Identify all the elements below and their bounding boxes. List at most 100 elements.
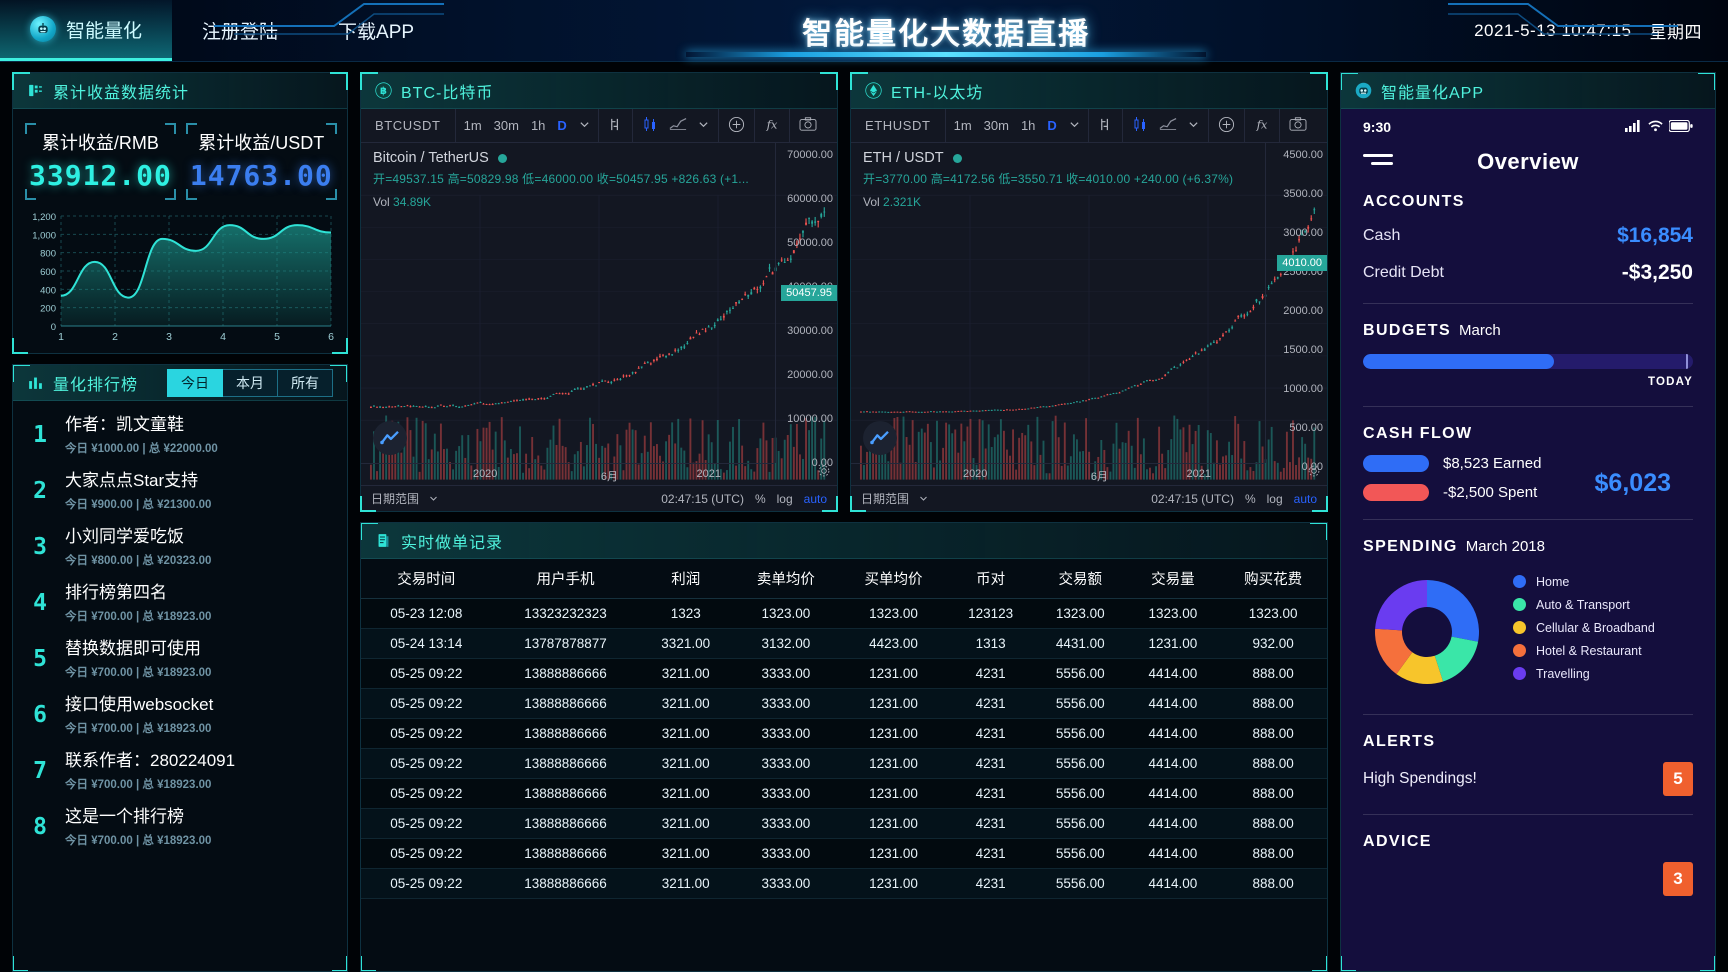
nav-tab-brand[interactable]: 智能量化 — [0, 0, 172, 61]
eth-tf-1m[interactable]: 1m — [954, 118, 972, 133]
btc-chart-body[interactable]: Bitcoin / TetherUS 开=49537.15 高=50829.98… — [361, 143, 837, 485]
rank-author-name: 大家点点Star支持 — [65, 470, 211, 493]
table-row[interactable]: 05-25 09:22138888866663211.003333.001231… — [361, 689, 1327, 719]
eth-tf-30m[interactable]: 30m — [984, 118, 1009, 133]
account-cash-value: $16,854 — [1617, 224, 1693, 248]
btc-scale-auto[interactable]: auto — [804, 492, 827, 506]
btc-scale-percent[interactable]: % — [755, 492, 766, 506]
btc-tf-1m[interactable]: 1m — [464, 118, 482, 133]
ranking-tab-all[interactable]: 所有 — [278, 369, 333, 397]
table-row[interactable]: 05-23 12:081332323232313231323.001323.00… — [361, 599, 1327, 629]
btc-scale-log[interactable]: log — [777, 492, 793, 506]
ranking-tab-month[interactable]: 本月 — [223, 369, 278, 397]
alerts-row[interactable]: High Spendings! 5 — [1363, 762, 1693, 796]
advice-row[interactable]: 3 — [1363, 862, 1693, 896]
spending-slice[interactable] — [1435, 637, 1478, 682]
rank-item[interactable]: 6接口使用websocket今日 ¥700.00 | 总 ¥18923.00 — [13, 687, 347, 743]
svg-text:fx: fx — [1255, 117, 1267, 131]
btc-add-icon[interactable] — [728, 116, 745, 136]
btc-ohlc: 开=49537.15 高=50829.98 低=46000.00 收=50457… — [373, 170, 749, 187]
eth-date-range[interactable]: 日期范围 — [861, 490, 909, 507]
spending-slice[interactable] — [1375, 580, 1427, 630]
btc-charttype-chevron-down-icon[interactable] — [698, 118, 709, 133]
eth-price-axis[interactable]: 4500.003500.003000.002500.002000.001500.… — [1265, 143, 1327, 463]
table-row[interactable]: 05-25 09:22138888866663211.003333.001231… — [361, 749, 1327, 779]
ranking-tab-today[interactable]: 今日 — [167, 369, 223, 397]
btc-camera-icon[interactable] — [799, 116, 817, 135]
eth-gear-icon[interactable] — [1307, 464, 1321, 483]
legend-item: Travelling — [1513, 667, 1655, 681]
table-row[interactable]: 05-24 13:14137878788773321.003132.004423… — [361, 629, 1327, 659]
btc-tf-d[interactable]: D — [557, 118, 566, 133]
rank-item[interactable]: 2大家点点Star支持今日 ¥900.00 | 总 ¥21300.00 — [13, 463, 347, 519]
btc-gear-icon[interactable] — [817, 464, 831, 483]
profit-panel-header: 累计收益数据统计 — [13, 73, 347, 109]
btc-tf-30m[interactable]: 30m — [494, 118, 519, 133]
table-row[interactable]: 05-25 09:22138888866663211.003333.001231… — [361, 659, 1327, 689]
rank-item[interactable]: 1作者：凯文童鞋今日 ¥1000.00 | 总 ¥22000.00 — [13, 407, 347, 463]
btc-date-range[interactable]: 日期范围 — [371, 490, 419, 507]
battery-icon — [1669, 119, 1693, 135]
btc-candles-icon[interactable] — [642, 116, 658, 135]
price-tick: 1500.00 — [1283, 344, 1323, 356]
btc-compare-icon[interactable] — [608, 117, 623, 135]
account-row-cash[interactable]: Cash $16,854 — [1363, 224, 1693, 248]
btc-time-axis[interactable]: 20206月2021 — [361, 463, 775, 485]
account-row-credit-debt[interactable]: Credit Debt -$3,250 — [1363, 261, 1693, 285]
btc-price-axis[interactable]: 70000.0060000.0050000.0040000.0030000.00… — [775, 143, 837, 463]
rank-item[interactable]: 4排行榜第四名今日 ¥700.00 | 总 ¥18923.00 — [13, 575, 347, 631]
eth-indicator-icon[interactable] — [1159, 117, 1177, 134]
eth-chart-body[interactable]: ETH / USDT 开=3770.00 高=4172.56 低=3550.71… — [851, 143, 1327, 485]
orders-cell: 5556.00 — [1034, 869, 1127, 899]
btc-tradingview-logo-icon[interactable] — [373, 421, 407, 455]
eth-scale-auto[interactable]: auto — [1294, 492, 1317, 506]
eth-symbol[interactable]: ETHUSDT — [851, 109, 946, 142]
rank-item[interactable]: 3小刘同学爱吃饭今日 ¥800.00 | 总 ¥20323.00 — [13, 519, 347, 575]
app-topbar: Overview — [1363, 149, 1693, 175]
profit-area-chart-svg: 1,2001,0008006004002000123456 — [21, 210, 339, 346]
eth-charttype-chevron-down-icon[interactable] — [1188, 118, 1199, 133]
btc-function-icon[interactable]: fx — [764, 116, 780, 135]
eth-tf-chevron-down-icon[interactable] — [1069, 118, 1080, 133]
btc-tf-1h[interactable]: 1h — [531, 118, 545, 133]
eth-add-icon[interactable] — [1218, 116, 1235, 136]
eth-tf-d[interactable]: D — [1047, 118, 1056, 133]
eth-tradingview-logo-icon[interactable] — [863, 421, 897, 455]
eth-scale-percent[interactable]: % — [1245, 492, 1256, 506]
orders-column-header: 卖单均价 — [732, 559, 840, 599]
table-row[interactable]: 05-25 09:22138888866663211.003333.001231… — [361, 869, 1327, 899]
eth-tf-1h[interactable]: 1h — [1021, 118, 1035, 133]
orders-cell: 1231.00 — [840, 659, 948, 689]
eth-date-range-chevron-down-icon[interactable] — [919, 492, 928, 506]
rank-position: 5 — [29, 646, 51, 672]
orders-cell: 4231 — [947, 869, 1034, 899]
eth-candles-icon[interactable] — [1132, 116, 1148, 135]
table-row[interactable]: 05-25 09:22138888866663211.003333.001231… — [361, 839, 1327, 869]
btc-date-range-chevron-down-icon[interactable] — [429, 492, 438, 506]
rank-item[interactable]: 8这是一个排行榜今日 ¥700.00 | 总 ¥18923.00 — [13, 799, 347, 855]
eth-time-axis[interactable]: 20206月2021 — [851, 463, 1265, 485]
btc-indicator-icon[interactable] — [669, 117, 687, 134]
bitcoin-icon: ฿ — [375, 82, 392, 99]
eth-compare-icon[interactable] — [1098, 117, 1113, 135]
table-row[interactable]: 05-25 09:22138888866663211.003333.001231… — [361, 809, 1327, 839]
table-row[interactable]: 05-25 09:22138888866663211.003333.001231… — [361, 719, 1327, 749]
btc-tf-chevron-down-icon[interactable] — [579, 118, 590, 133]
ranking-range-tabs: 今日 本月 所有 — [167, 369, 333, 397]
legend-swatch — [1513, 598, 1526, 611]
eth-function-icon[interactable]: fx — [1254, 116, 1270, 135]
rank-item[interactable]: 7联系作者：280224091今日 ¥700.00 | 总 ¥18923.00 — [13, 743, 347, 799]
budget-today-label: TODAY — [1363, 376, 1693, 388]
budget-progress-bar[interactable] — [1363, 354, 1693, 369]
eth-camera-icon[interactable] — [1289, 116, 1307, 135]
orders-cell: 123123 — [947, 599, 1034, 629]
accounts-heading: ACCOUNTS — [1363, 193, 1693, 211]
spending-slice[interactable] — [1427, 580, 1479, 642]
menu-icon[interactable] — [1363, 154, 1393, 170]
btc-symbol[interactable]: BTCUSDT — [361, 109, 456, 142]
table-row[interactable]: 05-25 09:22138888866663211.003333.001231… — [361, 779, 1327, 809]
divider-alerts — [1363, 814, 1693, 815]
eth-scale-log[interactable]: log — [1267, 492, 1283, 506]
rank-item[interactable]: 5替换数据即可使用今日 ¥700.00 | 总 ¥18923.00 — [13, 631, 347, 687]
orders-table-head: 交易时间用户手机利润卖单均价买单均价币对交易额交易量购买花费 — [361, 559, 1327, 599]
